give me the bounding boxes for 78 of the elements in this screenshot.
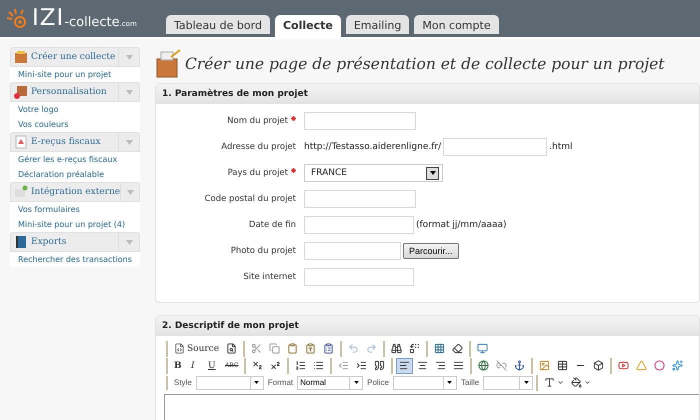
sidebar-section-title[interactable]: Intégration externe [31,187,120,197]
text-field[interactable] [304,112,416,130]
page-title: Créer une page de présentation et de collecte pour un projet [185,55,665,73]
nav-tab[interactable]: Collecte [274,15,341,37]
sidebar-link[interactable]: Votre logo [10,102,140,117]
sidebar-link[interactable]: Vos couleurs [10,117,140,132]
required-star-icon [291,168,296,173]
sidebar-section-header[interactable]: Exports [10,232,140,252]
sidebar-section-header[interactable]: Intégration externe [10,182,140,202]
code-icon [174,343,185,354]
field-label: Site internet [242,272,296,282]
text-field[interactable] [443,138,548,156]
field-label: Code postal du projet [204,194,296,204]
format-hint: (format jj/mm/aaaa) [416,220,507,230]
dropdown-arrow-icon [254,381,260,384]
field-label: Nom du projet [156,116,296,126]
logo-suffix: -collecte [64,15,120,30]
date-field[interactable] [304,216,414,234]
combo-box[interactable]: Normal [297,376,364,390]
dropdown-arrow-icon [447,381,452,384]
sidebar-section-header[interactable]: Créer une collecte [10,47,140,67]
sidebar-section-header[interactable]: E-reçus fiscaux [10,132,140,152]
required-star-icon [291,116,296,121]
paint-bucket-icon [571,377,582,388]
browse-button[interactable]: Parcourir... [403,243,459,259]
sidebar-link[interactable]: Mini-site pour un projet [10,67,140,82]
file-field[interactable] [304,242,401,260]
url-suffix: .html [549,142,572,152]
field-label: Date de fin [248,220,296,230]
sidebar-link[interactable]: Mini-site pour un projet (4) [10,217,140,232]
dropdown-arrow-icon [430,171,436,175]
text-icon [544,377,556,388]
sidebar-link[interactable]: Rechercher des transactions [10,252,140,267]
panel-title: 2. Descriptif de mon projet [156,316,699,336]
sidebar-section-header[interactable]: Personnalisation [10,82,140,102]
nav-tab[interactable]: Emailing [346,15,410,34]
format-button[interactable]: Source [171,340,222,356]
text-field[interactable] [304,190,416,208]
align-left-icon[interactable] [396,358,414,374]
format-button[interactable]: U [205,358,221,374]
caret-icon [557,379,564,386]
sidebar-section-title[interactable]: E-reçus fiscaux [31,137,118,147]
format-button[interactable]: I [188,358,204,374]
field-label: Photo du projet [230,246,296,256]
book-icon [14,235,28,249]
dropdown-arrow-icon [126,90,132,94]
combo-label: Format [268,378,294,387]
dropdown-arrow-icon [524,381,529,384]
sidebar-link[interactable]: Déclaration préalable [10,167,140,182]
dropdown-arrow-icon [354,381,359,384]
dropdown-arrow-icon [126,190,134,194]
document-icon [14,135,28,149]
combo-label: Police [367,378,389,387]
paint-icon [14,85,28,99]
caret-icon [584,379,592,386]
country-select[interactable]: FRANCE [304,164,443,182]
chat-icon [14,185,28,199]
format-button[interactable]: B [171,358,187,374]
combo-label: Style [174,378,192,387]
dropdown-arrow-icon [126,140,132,144]
box-icon [155,49,183,79]
sidebar-section-title[interactable]: Exports [31,237,118,247]
field-label: Pays du projet [156,168,296,178]
combo-label: Taille [460,378,480,387]
url-prefix: http://Testasso.aiderenligne.fr/ [304,142,442,152]
nav-tab[interactable]: Mon compte [414,15,499,34]
field-label: Adresse du projet [220,142,296,152]
box-icon [14,50,28,64]
logo-text: IZI [32,7,64,30]
text-field[interactable] [304,268,414,286]
nav-tab[interactable]: Tableau de bord [166,15,270,34]
sidebar-section-title[interactable]: Personnalisation [31,87,118,97]
dropdown-arrow-icon [126,54,132,60]
sidebar-link[interactable]: Gérer les e-reçus fiscaux [10,152,140,167]
sidebar-link[interactable]: Vos formulaires [10,202,140,217]
dropdown-arrow-icon [126,240,132,244]
sidebar-section-title[interactable]: Créer une collecte [31,52,118,62]
panel-title: 1. Paramètres de mon projet [156,84,699,104]
